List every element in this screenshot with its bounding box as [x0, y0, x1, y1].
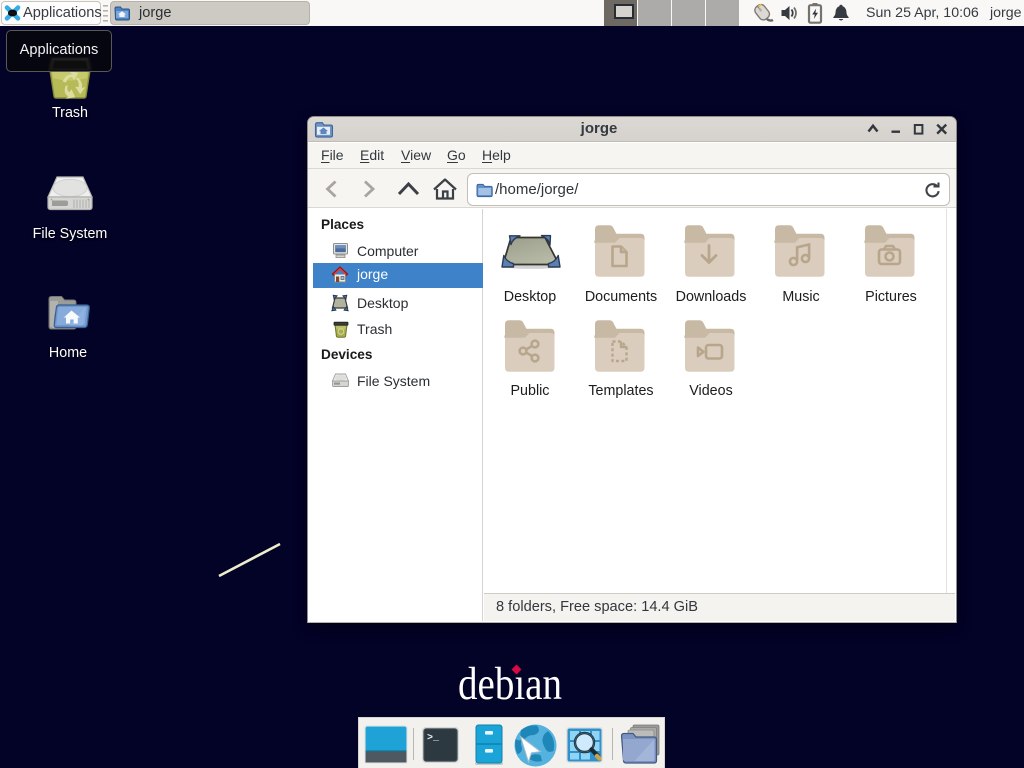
svg-text:>_: >_	[427, 733, 440, 744]
